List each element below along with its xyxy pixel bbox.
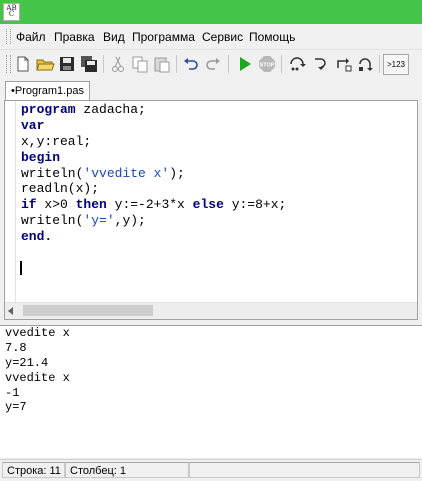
code-text: y:=8+x; [223,197,287,213]
status-bar: Строка: 11 Столбец: 1 [0,459,422,481]
toolbar: STOP >123 [0,50,422,78]
text-caret [20,261,22,275]
undo-icon[interactable] [181,54,201,74]
code-line[interactable]: begin [21,150,286,166]
output-line: vvedite x [5,370,70,385]
code-line[interactable]: readln(x); [21,181,286,197]
run-to-cursor-icon[interactable] [356,54,376,74]
toolbar-separator [379,55,380,73]
window-titlebar[interactable]: AB C [0,0,422,24]
output-line: y=7 [5,400,27,415]
app-logo-bottom: C [8,10,15,18]
scroll-left-arrow-icon[interactable] [8,307,13,315]
app-logo-icon[interactable]: AB C [3,3,20,21]
horizontal-scrollbar[interactable] [5,302,417,319]
save-all-icon[interactable] [79,54,99,74]
save-icon[interactable] [57,54,77,74]
status-line: Строка: 11 [2,462,65,478]
menu-bar: Файл Правка Вид Программа Сервис Помощь [0,24,422,50]
status-message [189,462,420,478]
code-line[interactable]: writeln('vvedite x'); [21,166,286,182]
code-keyword: then [75,197,107,213]
output-line: 7.8 [5,340,27,355]
redo-icon[interactable] [203,54,223,74]
code-text: x>0 [36,197,76,213]
menu-view[interactable]: Вид [103,30,125,44]
code-keyword: begin [21,149,61,165]
code-line[interactable]: writeln('y=',y); [21,213,286,229]
stop-icon[interactable]: STOP [257,54,277,74]
status-column: Столбец: 1 [65,462,189,478]
tab-bar: •Program1.pas [0,79,422,101]
code-text: ,y); [114,213,146,229]
code-line[interactable]: if x>0 then y:=-2+3*x else y:=8+x; [21,197,286,213]
code-text: ); [169,165,185,181]
code-line[interactable]: program zadacha; [21,102,286,118]
output-line: vvedite x [5,326,70,340]
code-editor[interactable]: program zadacha; var x,y:real; begin writeln… [4,100,418,320]
toolbar-separator [103,55,104,73]
menu-grip-handle[interactable] [6,29,11,44]
scrollbar-thumb[interactable] [23,305,153,316]
tab-program1[interactable]: •Program1.pas [5,81,90,101]
code-string: 'y=' [83,213,115,229]
stop-label: STOP [260,63,275,69]
output-line: y=21.4 [5,355,49,370]
menu-help[interactable]: Помощь [249,30,295,44]
cut-icon[interactable] [108,54,128,74]
code-text: x,y:real; [21,133,92,149]
code-text: zadacha; [75,102,146,117]
code-area[interactable]: program zadacha; var x,y:real; begin writeln… [21,102,286,245]
code-keyword: if [21,197,37,213]
toolbar-grip-handle[interactable] [6,55,11,73]
paste-icon[interactable] [152,54,172,74]
goto-line-button[interactable]: >123 [383,54,409,75]
editor-gutter[interactable] [5,101,16,304]
code-line[interactable]: end. [21,229,286,245]
code-keyword: program [21,102,76,117]
toolbar-separator [176,55,177,73]
code-text: writeln( [21,213,84,229]
step-into-icon[interactable] [310,54,330,74]
code-text: writeln( [21,165,84,181]
toolbar-separator [281,55,282,73]
code-keyword: var [21,117,45,133]
code-line[interactable]: var [21,118,286,134]
code-text: readln(x); [21,181,100,197]
output-window[interactable]: vvedite x 7.8 y=21.4 vvedite x -1 y=7 [0,325,422,458]
code-keyword: else [192,197,224,213]
copy-icon[interactable] [130,54,150,74]
new-file-icon[interactable] [13,54,33,74]
toolbar-separator [228,55,229,73]
menu-file[interactable]: Файл [16,30,46,44]
menu-program[interactable]: Программа [132,30,195,44]
step-out-icon[interactable] [333,54,353,74]
run-icon[interactable] [235,54,255,74]
output-line: -1 [5,385,20,400]
menu-tools[interactable]: Сервис [202,30,243,44]
code-text: y:=-2+3*x [106,197,193,213]
code-keyword: end. [21,229,53,245]
code-string: 'vvedite x' [83,165,170,181]
code-line[interactable]: x,y:real; [21,134,286,150]
open-folder-icon[interactable] [35,54,55,74]
menu-edit[interactable]: Правка [54,30,95,44]
step-over-icon[interactable] [287,54,307,74]
